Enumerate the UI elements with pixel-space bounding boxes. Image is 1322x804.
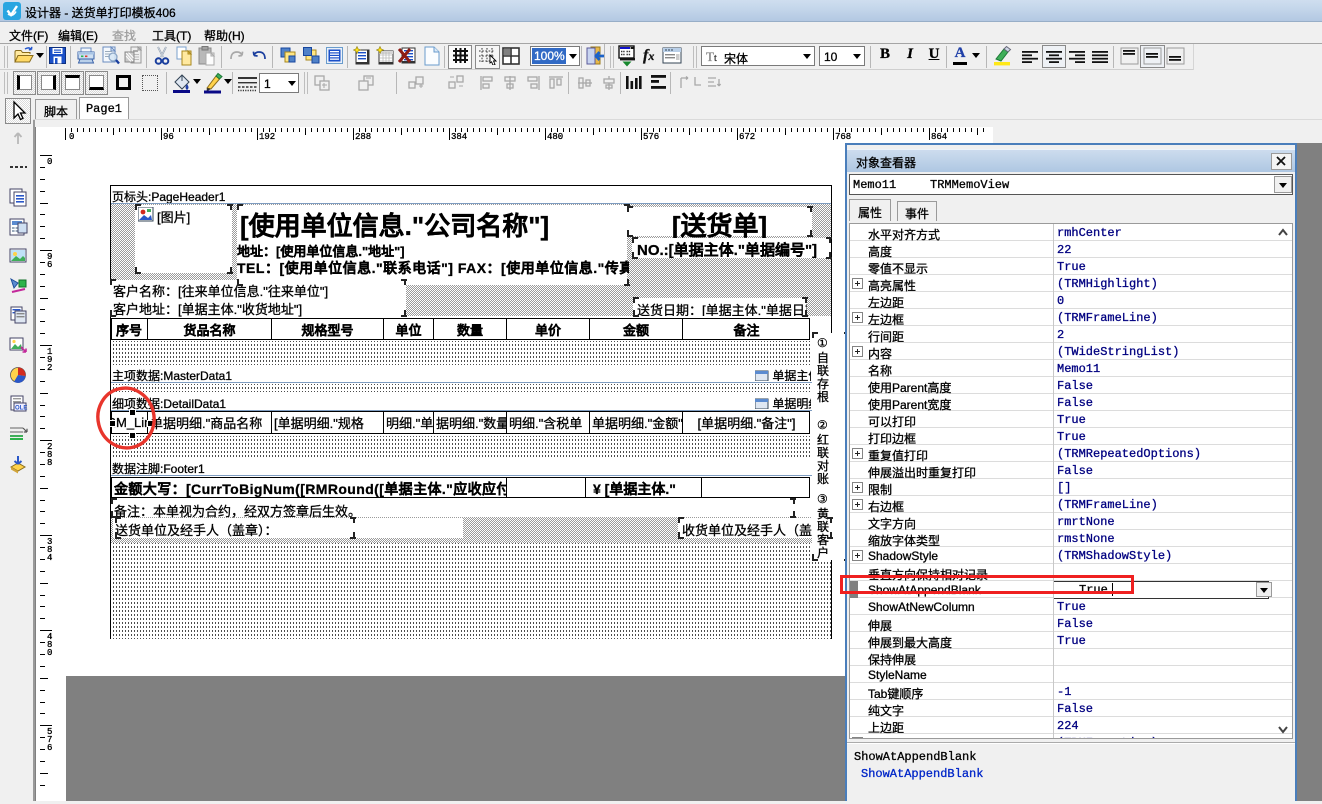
svg-text:OLE: OLE (15, 406, 27, 412)
